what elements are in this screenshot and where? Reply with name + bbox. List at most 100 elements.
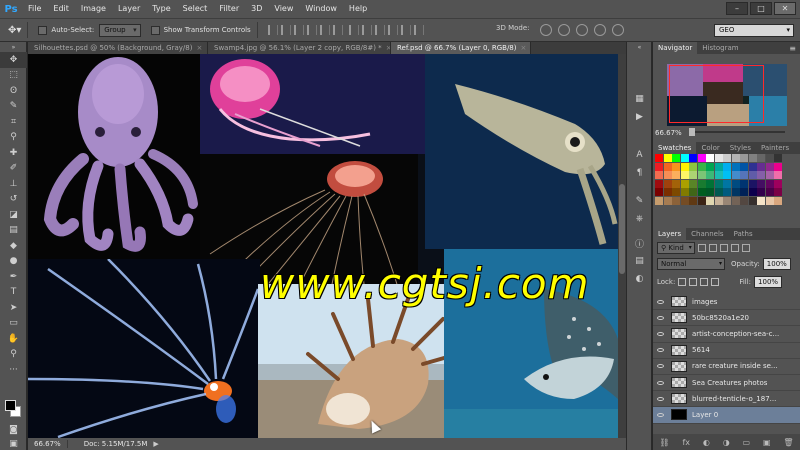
color-swatch[interactable] xyxy=(714,171,723,179)
color-swatch[interactable] xyxy=(697,179,706,188)
color-swatch[interactable] xyxy=(748,162,757,171)
color-swatch[interactable] xyxy=(765,188,774,196)
opacity-field[interactable]: 100% xyxy=(762,258,791,270)
color-swatch[interactable] xyxy=(714,196,723,205)
align-bottom-icon[interactable] xyxy=(293,25,304,35)
color-swatch[interactable] xyxy=(723,162,731,171)
distribute-left-icon[interactable] xyxy=(387,25,398,35)
dodge-tool-icon[interactable]: ● xyxy=(0,254,27,270)
color-swatch[interactable] xyxy=(740,188,748,196)
layer-row[interactable]: artist-conception-sea-c... xyxy=(653,326,800,343)
color-swatch[interactable] xyxy=(748,188,757,196)
color-swatch[interactable] xyxy=(723,196,731,205)
pen-tool-icon[interactable]: ✒ xyxy=(0,269,27,285)
color-swatch[interactable] xyxy=(740,179,748,188)
color-swatch[interactable] xyxy=(672,154,680,162)
screen-mode-icon[interactable]: ▣ xyxy=(0,436,27,450)
marquee-tool-icon[interactable]: ⬚ xyxy=(0,68,27,84)
color-swatch[interactable] xyxy=(672,196,680,205)
color-swatch[interactable] xyxy=(697,154,706,162)
color-swatch[interactable] xyxy=(723,179,731,188)
path-select-tool-icon[interactable]: ➤ xyxy=(0,300,27,316)
color-swatch[interactable] xyxy=(697,171,706,179)
tab-swamp4[interactable]: Swamp4.jpg @ 56.1% (Layer 2 copy, RGB/8#… xyxy=(208,42,391,54)
navigator-slider-knob[interactable] xyxy=(689,128,695,136)
color-swatch[interactable] xyxy=(689,188,697,196)
color-swatch[interactable] xyxy=(663,154,672,162)
color-swatch[interactable] xyxy=(748,154,757,162)
color-swatch[interactable] xyxy=(774,179,782,188)
foreground-color-swatch[interactable] xyxy=(5,400,16,411)
color-swatch[interactable] xyxy=(774,188,782,196)
3d-pan-icon[interactable] xyxy=(576,24,588,36)
color-swatch[interactable] xyxy=(757,196,765,205)
eyedropper-tool-icon[interactable]: ⚲ xyxy=(0,130,27,146)
color-swatch[interactable] xyxy=(663,196,672,205)
tab-histogram[interactable]: Histogram xyxy=(697,42,743,54)
filter-shape-icon[interactable] xyxy=(730,244,739,252)
color-swatch[interactable] xyxy=(680,154,689,162)
blur-tool-icon[interactable]: ◆ xyxy=(0,238,27,254)
properties-panel-icon[interactable]: ▤ xyxy=(627,252,652,270)
color-swatch[interactable] xyxy=(655,188,663,196)
tab-channels[interactable]: Channels xyxy=(686,228,728,240)
tab-painters[interactable]: Painters xyxy=(756,142,794,154)
fill-field[interactable]: 100% xyxy=(754,276,783,288)
color-swatch[interactable] xyxy=(774,171,782,179)
zoom-level[interactable]: 66.67% xyxy=(28,440,68,448)
color-swatch[interactable] xyxy=(714,162,723,171)
layer-row[interactable]: rare creature inside se... xyxy=(653,359,800,375)
color-swatch[interactable] xyxy=(655,154,663,162)
color-swatch[interactable] xyxy=(663,179,672,188)
color-swatch[interactable] xyxy=(697,188,706,196)
color-swatch[interactable] xyxy=(714,154,723,162)
visibility-eye-icon[interactable] xyxy=(653,380,667,385)
menu-edit[interactable]: Edit xyxy=(47,0,75,18)
add-mask-icon[interactable]: ◐ xyxy=(703,438,710,447)
color-swatch[interactable] xyxy=(672,179,680,188)
lock-all-icon[interactable] xyxy=(711,278,720,286)
align-top-icon[interactable] xyxy=(267,25,278,35)
color-swatch[interactable] xyxy=(714,188,723,196)
maximize-button[interactable]: □ xyxy=(750,2,772,15)
navigator-thumbnail[interactable] xyxy=(667,64,787,126)
tab-color[interactable]: Color xyxy=(696,142,724,154)
auto-select-checkbox[interactable] xyxy=(38,25,48,35)
show-transform-checkbox[interactable] xyxy=(150,25,160,35)
color-swatch[interactable] xyxy=(731,162,740,171)
color-swatch[interactable] xyxy=(689,196,697,205)
color-swatch[interactable] xyxy=(680,179,689,188)
close-button[interactable]: ✕ xyxy=(774,2,796,15)
color-swatch[interactable] xyxy=(757,162,765,171)
tab-layers[interactable]: Layers xyxy=(653,228,687,240)
blend-mode-dropdown[interactable]: Normal xyxy=(657,258,725,270)
color-swatch[interactable] xyxy=(672,188,680,196)
3d-scale-icon[interactable] xyxy=(612,24,624,36)
tab-close-icon[interactable]: × xyxy=(521,44,527,52)
link-layers-icon[interactable]: ⛓ xyxy=(659,438,669,447)
visibility-eye-icon[interactable] xyxy=(653,299,667,304)
filter-type-icon[interactable] xyxy=(719,244,728,252)
crop-tool-icon[interactable]: ⌗ xyxy=(0,114,27,130)
distribute-bottom-icon[interactable] xyxy=(374,25,385,35)
3d-roll-icon[interactable] xyxy=(558,24,570,36)
3d-slide-icon[interactable] xyxy=(594,24,606,36)
color-swatch[interactable] xyxy=(663,171,672,179)
color-swatch[interactable] xyxy=(689,154,697,162)
quick-select-tool-icon[interactable]: ✎ xyxy=(0,99,27,115)
color-swatch[interactable] xyxy=(774,162,782,171)
color-swatch[interactable] xyxy=(757,154,765,162)
color-swatch[interactable] xyxy=(757,171,765,179)
navigator-zoom-slider[interactable] xyxy=(689,131,785,133)
color-swatch[interactable] xyxy=(697,196,706,205)
clone-stamp-tool-icon[interactable]: ⊥ xyxy=(0,176,27,192)
new-adjustment-icon[interactable]: ◑ xyxy=(723,438,730,447)
zoom-tool-icon[interactable]: ⚲ xyxy=(0,347,27,363)
distribute-hcenter-icon[interactable] xyxy=(400,25,411,35)
move-tool-icon[interactable]: ✥ xyxy=(0,52,27,68)
color-swatch[interactable] xyxy=(680,188,689,196)
history-brush-tool-icon[interactable]: ↺ xyxy=(0,192,27,208)
distribute-vcenter-icon[interactable] xyxy=(361,25,372,35)
color-swatch[interactable] xyxy=(723,154,731,162)
color-swatch[interactable] xyxy=(680,162,689,171)
